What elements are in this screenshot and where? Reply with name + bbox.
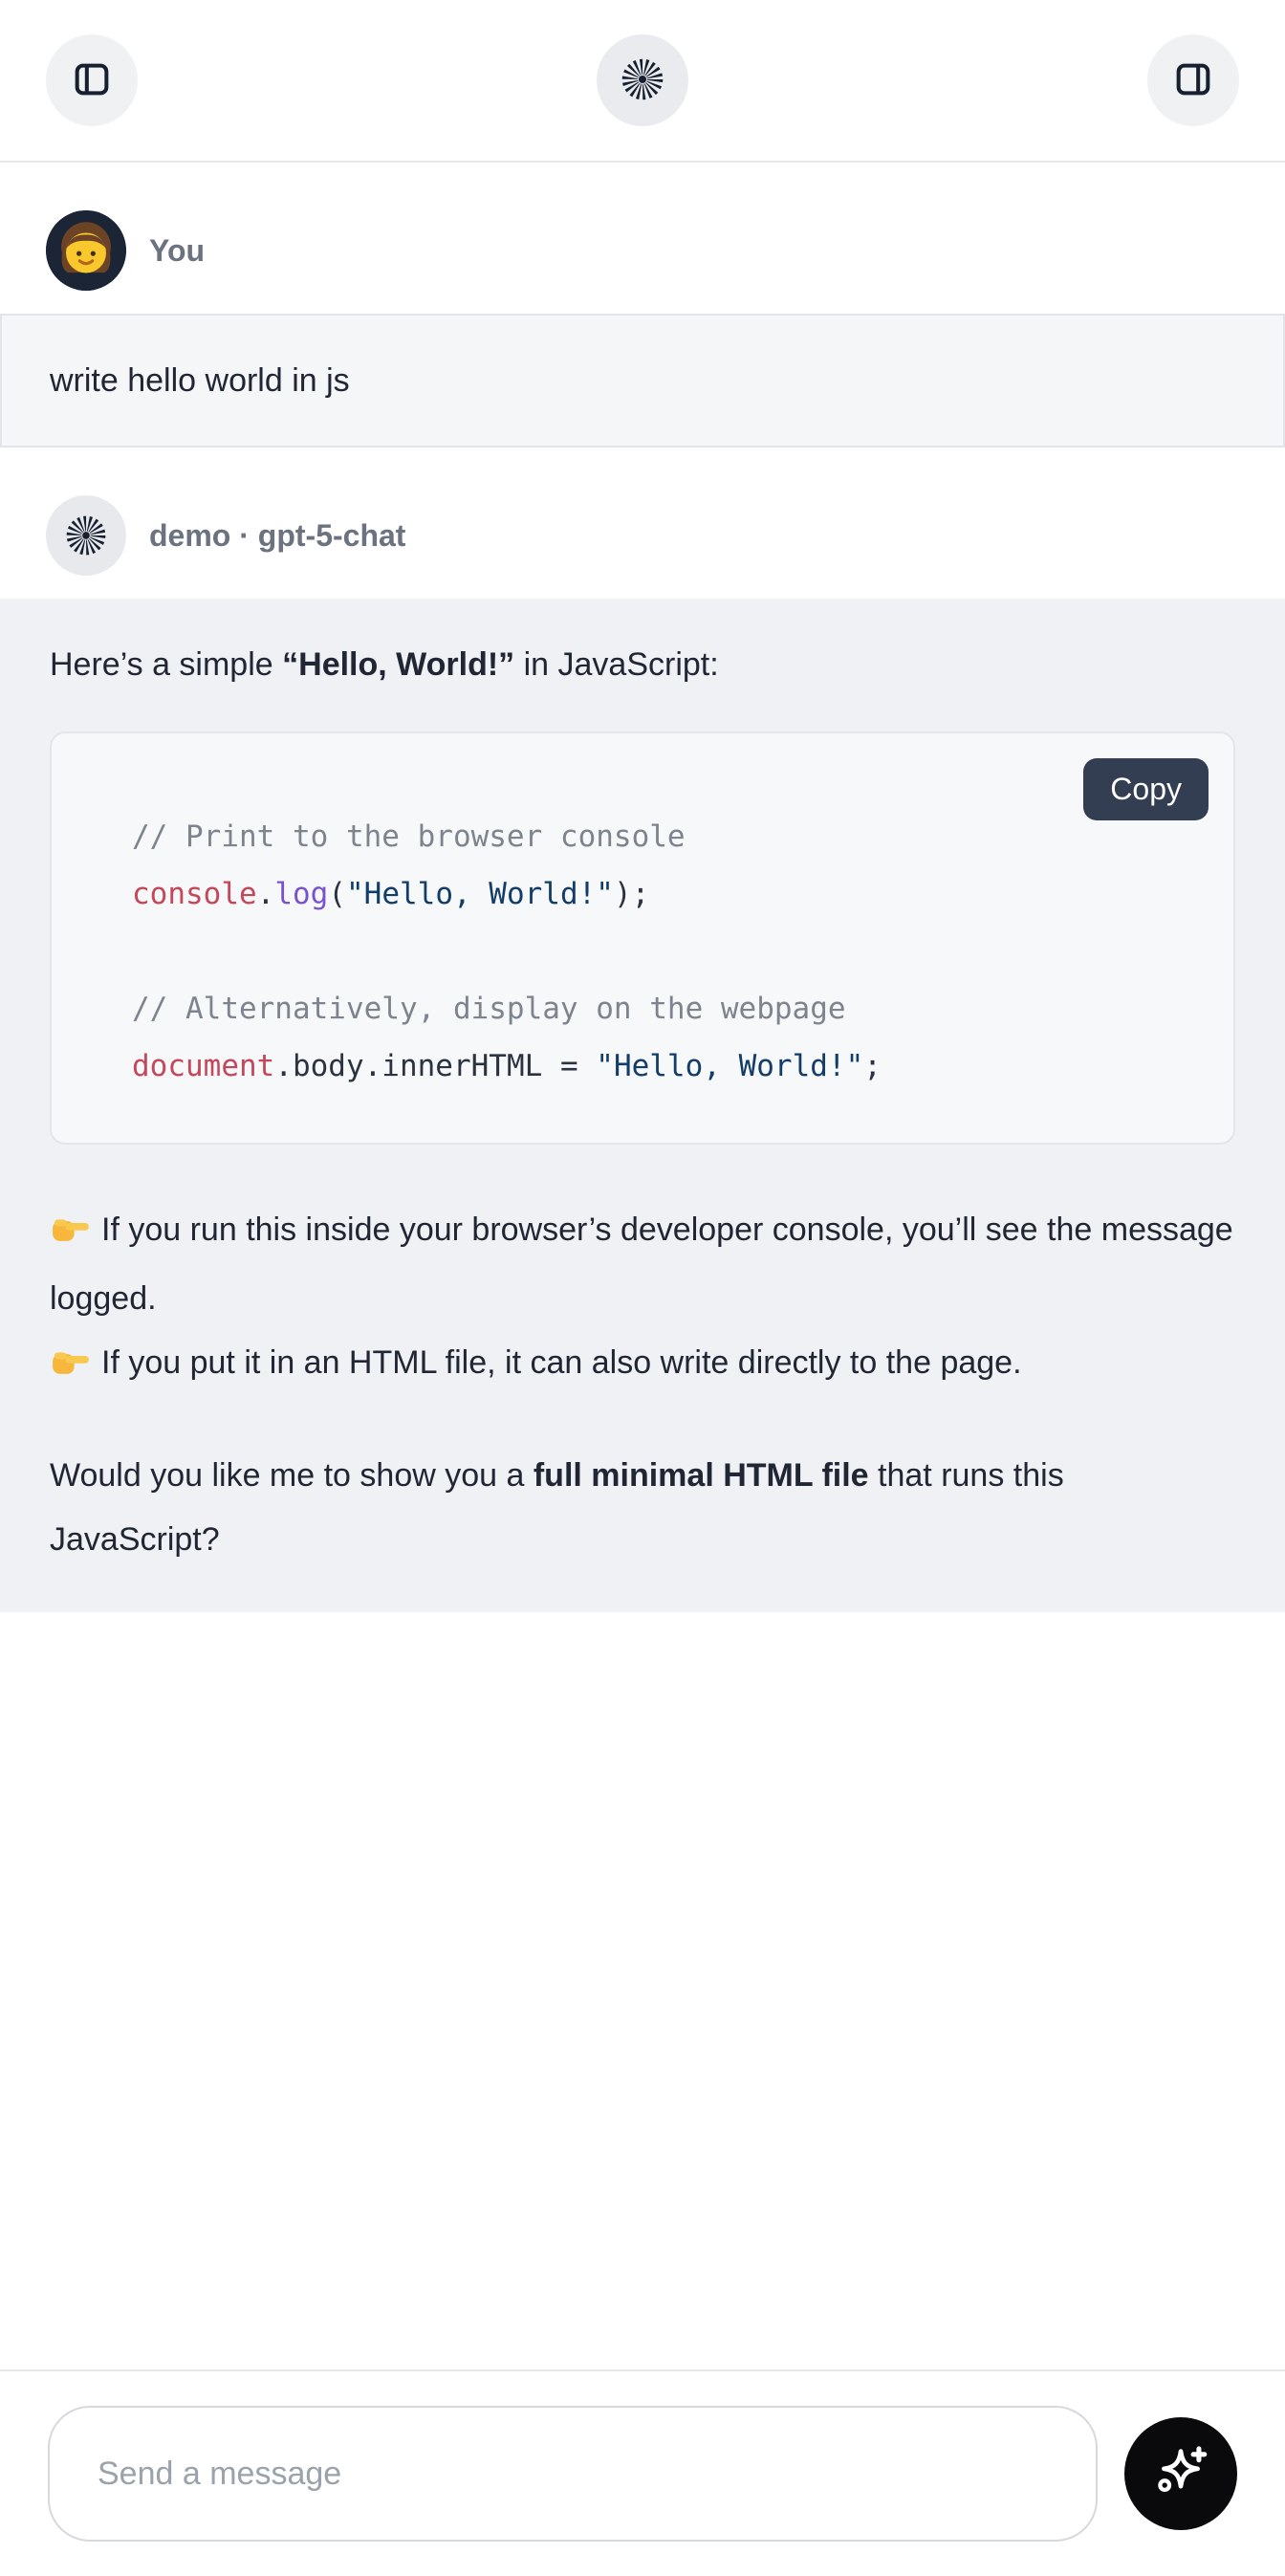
tip-line: If you put it in an HTML file, it can al… [50,1331,1235,1400]
assistant-avatar [46,495,126,576]
assistant-sender-name: demo · gpt-5-chat [149,518,405,554]
starburst-logo-icon [621,57,664,104]
tip-line: If you run this inside your browser’s de… [50,1198,1235,1331]
copy-code-button[interactable]: Copy [1083,758,1209,820]
code-content: // Print to the browser consoleconsole.l… [52,733,1233,1143]
panel-right-icon [1171,57,1215,104]
assistant-sender-row: demo · gpt-5-chat [0,495,1285,576]
composer-bar [0,2369,1285,2576]
pointing-right-icon [50,1203,92,1267]
sparkle-icon [1150,2442,1211,2506]
sidebar-toggle-button[interactable] [46,34,138,126]
panel-left-icon [70,57,114,104]
assistant-tips: If you run this inside your browser’s de… [50,1198,1235,1400]
user-message-text: write hello world in js [50,362,350,400]
assistant-intro: Here’s a simple “Hello, World!” in JavaS… [50,643,1235,688]
top-bar [0,0,1285,163]
send-button[interactable] [1124,2417,1237,2530]
message-input[interactable] [48,2406,1098,2542]
app-logo-button[interactable] [597,34,688,126]
user-avatar [46,210,126,291]
assistant-message: Here’s a simple “Hello, World!” in JavaS… [0,599,1285,1612]
right-panel-toggle-button[interactable] [1147,34,1239,126]
pointing-right-icon [50,1336,92,1400]
user-sender-row: You [0,210,1285,291]
user-sender-name: You [149,233,205,269]
assistant-question: Would you like me to show you a full min… [50,1444,1235,1572]
user-message: write hello world in js [0,314,1285,448]
chat-scroll-area[interactable]: You write hello world in js demo · gpt-5… [0,163,1285,2369]
code-block: Copy // Print to the browser consolecons… [50,731,1235,1145]
